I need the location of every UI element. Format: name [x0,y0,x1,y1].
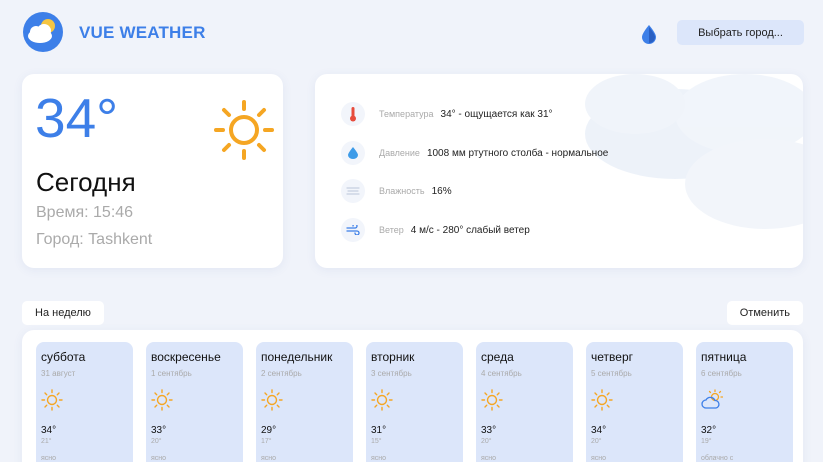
day-description: облачно с [701,455,734,462]
detail-row-wind: Ветер 4 м/с - 280° слабый ветер [341,218,530,242]
detail-value: 4 м/с - 280° слабый ветер [410,224,530,236]
day-feels: 21° [41,438,52,445]
detail-value: 16% [431,185,452,197]
day-description: ясно [481,455,497,462]
day-feels: 20° [151,438,162,445]
day-temperature: 34° [41,425,57,436]
detail-label: Давление [379,148,420,158]
day-temperature: 31° [371,425,387,436]
day-card[interactable]: вторник 3 сентябрь 31° 15° ясно [366,342,463,462]
tab-week[interactable]: На неделю [22,301,104,325]
detail-label: Ветер [379,225,404,235]
day-feels: 20° [481,438,492,445]
brand-title[interactable]: VUE WEATHER [79,23,206,43]
detail-row-temperature: Температура 34° - ощущается как 31° [341,102,553,126]
day-card[interactable]: воскресенье 1 сентябрь 33° 20° ясно [146,342,243,462]
day-temperature: 34° [591,425,607,436]
today-label: Сегодня [36,167,136,197]
sun-icon [214,100,274,160]
details-card: Температура 34° - ощущается как 31° Давл… [315,74,803,268]
day-description: ясно [371,455,387,462]
day-temperature: 29° [261,425,277,436]
day-card[interactable]: четверг 5 сентябрь 34° 20° ясно [586,342,683,462]
humidity-icon [341,179,365,203]
sun-icon [261,389,283,411]
day-name: среда [481,350,514,364]
detail-label: Температура [379,109,434,119]
day-feels: 20° [591,438,602,445]
day-card[interactable]: суббота 31 август 34° 21° ясно [36,342,133,462]
day-date: 1 сентябрь [151,369,192,378]
wind-icon [341,218,365,242]
day-name: вторник [371,350,415,364]
day-card[interactable]: пятница 6 сентябрь 32° 19° облачно с [696,342,793,462]
day-date: 3 сентябрь [371,369,412,378]
day-date: 5 сентябрь [591,369,632,378]
sun-icon [591,389,613,411]
day-name: пятница [701,350,747,364]
day-feels: 19° [701,438,712,445]
day-temperature: 33° [481,425,497,436]
day-date: 4 сентябрь [481,369,522,378]
day-description: ясно [41,455,57,462]
pressure-drop-icon [341,141,365,165]
today-city: Город: Tashkent [36,231,153,248]
detail-label: Влажность [379,186,425,196]
day-date: 2 сентябрь [261,369,302,378]
detail-value: 34° - ощущается как 31° [440,108,553,120]
day-temperature: 33° [151,425,167,436]
sun-icon [151,389,173,411]
detail-value: 1008 мм ртутного столба - нормальное [426,147,609,159]
day-date: 6 сентябрь [701,369,742,378]
detail-row-pressure: Давление 1008 мм ртутного столба - норма… [341,141,608,165]
sun-icon [41,389,63,411]
sun-icon [371,389,393,411]
day-card[interactable]: понедельник 2 сентябрь 29° 17° ясно [256,342,353,462]
today-card: 34° Сегодня Время: 15:46 Город: Tashkent [22,74,283,268]
week-forecast-panel: суббота 31 август 34° 21° ясно воскресен… [22,330,803,462]
day-description: ясно [261,455,277,462]
day-description: ясно [591,455,607,462]
day-temperature: 32° [701,425,717,436]
day-feels: 17° [261,438,272,445]
cloud-sun-logo-icon[interactable] [23,12,63,52]
day-name: воскресенье [151,350,221,364]
detail-row-humidity: Влажность 16% [341,179,452,203]
day-description: ясно [151,455,167,462]
day-name: суббота [41,350,86,364]
day-name: четверг [591,350,633,364]
today-time: Время: 15:46 [36,204,134,221]
today-temperature: 34° [35,87,119,149]
choose-city-button[interactable]: Выбрать город... [677,20,804,45]
sun-icon [481,389,503,411]
thermometer-icon [341,102,365,126]
forecast-tabs: На неделю Отменить [22,301,803,325]
day-name: понедельник [261,350,333,364]
day-date: 31 август [41,369,76,378]
partly-cloudy-icon [701,389,723,409]
app-header: VUE WEATHER Выбрать город... [0,0,823,66]
cancel-button[interactable]: Отменить [726,301,803,325]
day-feels: 15° [371,438,382,445]
day-card[interactable]: среда 4 сентябрь 33° 20° ясно [476,342,573,462]
water-drop-icon[interactable] [640,24,658,44]
